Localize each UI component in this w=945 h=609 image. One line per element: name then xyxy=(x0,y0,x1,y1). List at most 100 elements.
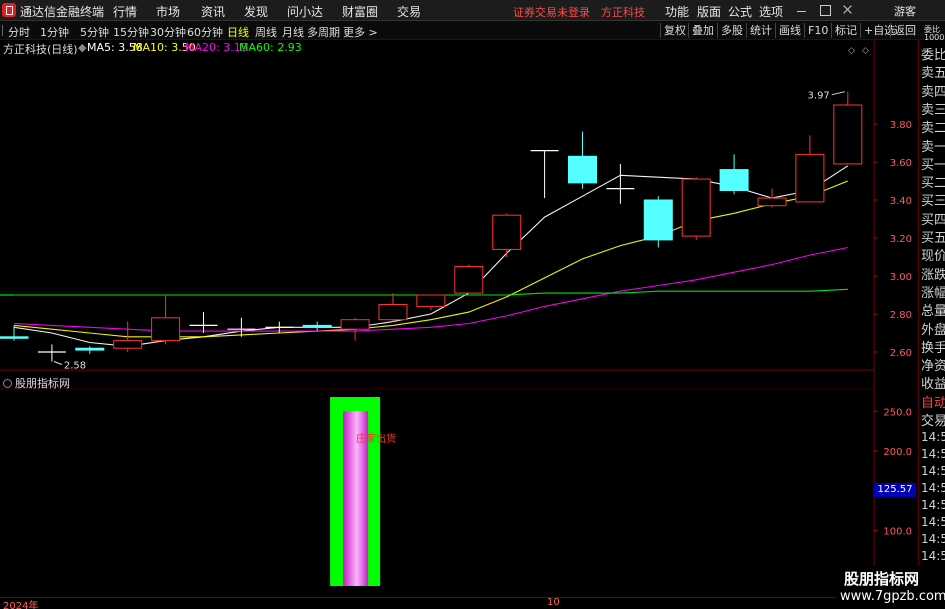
side-panel-item: 涨幅 xyxy=(921,285,945,301)
side-panel-item: 14:56 xyxy=(921,531,945,546)
quote-side-panel: 委比卖五卖四卖三卖二卖一买一买二买三买四买五现价涨跌涨幅总量外盘换手净资收益 自动… xyxy=(918,40,945,609)
candle-body xyxy=(757,197,787,207)
candle-body xyxy=(454,266,484,294)
candle-body xyxy=(643,199,673,241)
watermark: 股朋指标网 www.7gpzb.com xyxy=(836,565,945,609)
side-panel-item: 买二 xyxy=(921,176,945,192)
candle xyxy=(681,177,711,240)
candle-body xyxy=(795,153,825,203)
watermark-url: www.7gpzb.com xyxy=(840,589,945,604)
candle xyxy=(37,344,66,362)
side-panel-item: 14:56 xyxy=(921,446,945,461)
indicator-toggle-icon[interactable] xyxy=(3,379,12,388)
sub-tick-label: 250.0 xyxy=(883,407,912,418)
side-panel-item: 总量 xyxy=(921,304,945,320)
candle xyxy=(416,294,446,311)
side-panel-item: 外盘 xyxy=(921,322,945,338)
side-panel-item: 卖四 xyxy=(921,84,945,100)
side-panel-item: 卖三 xyxy=(921,102,945,118)
candle-body xyxy=(378,304,408,321)
candle xyxy=(719,154,749,195)
side-panel-item: 涨跌 xyxy=(921,267,945,283)
candle xyxy=(454,264,484,294)
candle-body xyxy=(492,214,522,250)
candle xyxy=(795,135,825,203)
candle xyxy=(75,346,105,354)
candlestick-series: 3.97 2.58 ◇ ◇ xyxy=(0,46,869,372)
high-price-label: 3.97 xyxy=(808,91,830,102)
candle-body xyxy=(340,319,370,330)
settings-marker-icon: ◇ xyxy=(862,46,869,56)
side-panel-item: 收益 xyxy=(921,377,945,393)
candle xyxy=(151,295,181,345)
side-panel-item[interactable]: 交易 xyxy=(921,410,945,429)
watermark-title: 股朋指标网 xyxy=(844,570,920,588)
side-panel-item: 买三 xyxy=(921,194,945,210)
side-panel-item: 14:56 xyxy=(921,548,945,563)
low-marker-arrow xyxy=(53,361,63,365)
candle xyxy=(302,321,332,332)
side-panel-item: 委比 xyxy=(921,48,945,63)
side-panel-item[interactable]: 自动 xyxy=(921,392,945,411)
candle-body xyxy=(568,155,597,184)
price-axis-ticks: 2.60 2.80 3.00 3.20 3.40 3.60 3.80 xyxy=(874,120,912,359)
side-panel-item: 现价 xyxy=(921,249,945,265)
side-panel-item: 卖一 xyxy=(921,139,945,155)
candle-body xyxy=(75,347,105,351)
ma-line-ma60 xyxy=(14,288,848,296)
candle xyxy=(606,163,635,204)
date-axis: 2024年 10 xyxy=(0,597,918,609)
indicator-header: 股朋指标网 xyxy=(3,375,70,391)
high-marker-arrow xyxy=(831,91,845,96)
sub-tick-label: 200.0 xyxy=(883,447,912,458)
price-tick-label: 2.60 xyxy=(890,348,912,359)
candle xyxy=(568,131,597,189)
indicator-current-value-tag: 125.57 xyxy=(874,483,916,497)
candle-body xyxy=(719,169,749,192)
candle xyxy=(643,196,673,248)
low-price-label: 2.58 xyxy=(64,361,86,372)
side-panel-item: 14:56 xyxy=(921,463,945,478)
side-panel-item: 买一 xyxy=(921,157,945,173)
candle-body xyxy=(0,336,29,339)
side-panel-item: 14:56 xyxy=(921,429,945,444)
candle-body xyxy=(833,104,863,165)
side-panel-item: 净资 xyxy=(921,359,945,375)
candle-body xyxy=(302,324,332,328)
side-panel-item: 14:56 xyxy=(921,497,945,512)
side-panel-item: 卖五 xyxy=(921,66,945,82)
candle xyxy=(189,312,218,333)
candle xyxy=(833,91,863,165)
ma-line-ma20 xyxy=(13,246,848,332)
candle xyxy=(530,150,559,199)
candle xyxy=(757,188,787,208)
price-tick-label: 3.00 xyxy=(890,272,912,283)
candle-body xyxy=(151,317,181,342)
side-panel-item: 14:56 xyxy=(921,480,945,495)
side-panel-item: 卖二 xyxy=(921,121,945,137)
candle xyxy=(378,293,408,322)
indicator-subchart: 50.00100.0150.0200.0250.0 xyxy=(330,397,912,586)
candle xyxy=(0,325,29,341)
price-tick-label: 2.80 xyxy=(890,310,912,321)
moving-average-lines xyxy=(0,165,849,347)
indicator-annotation: 庄家出货 xyxy=(356,434,396,445)
side-panel-item: 换手 xyxy=(921,340,945,356)
date-axis-month: 10 xyxy=(547,597,560,608)
sub-tick-label: 100.0 xyxy=(883,526,912,537)
price-tick-label: 3.20 xyxy=(890,234,912,245)
side-panel-item: 14:56 xyxy=(921,514,945,529)
candle xyxy=(492,213,522,257)
side-panel-item: 买五 xyxy=(921,231,945,246)
kline-chart[interactable]: 3.972.58◇ ◇ 2.602.803.003.203.403.603.80 … xyxy=(0,0,918,597)
candle-body xyxy=(113,340,143,349)
side-panel-item: 买四 xyxy=(921,212,945,228)
candle-body xyxy=(681,178,711,237)
date-axis-year: 2024年 xyxy=(3,601,39,609)
diamond-marker-icon: ◇ xyxy=(848,46,855,56)
indicator-title: 股朋指标网 xyxy=(15,377,70,390)
price-tick-label: 3.60 xyxy=(890,158,912,169)
price-tick-label: 3.80 xyxy=(890,120,912,131)
candle xyxy=(340,317,370,341)
candle-body xyxy=(416,294,446,307)
